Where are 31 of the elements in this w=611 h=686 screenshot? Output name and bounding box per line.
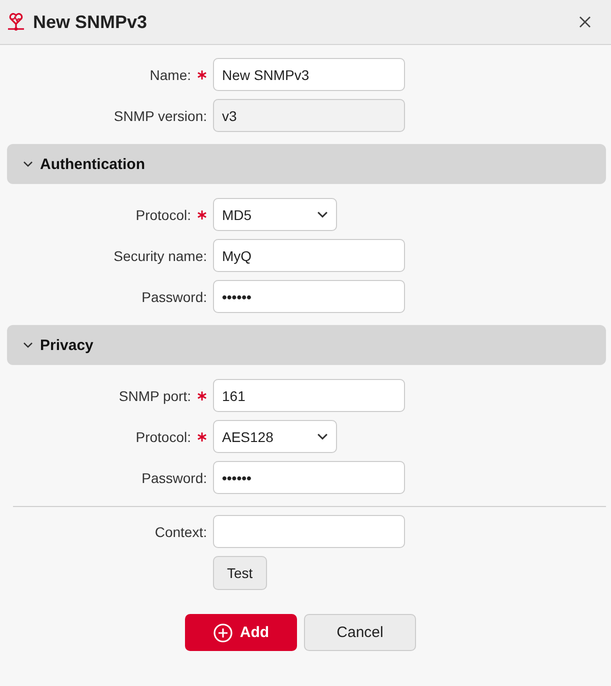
input-field[interactable]: 161 bbox=[213, 379, 405, 412]
input-field[interactable]: •••••• bbox=[213, 280, 405, 313]
field-label: SNMP port: bbox=[118, 388, 191, 404]
dropdown[interactable]: MD5 bbox=[213, 198, 337, 231]
chevron-icon bbox=[317, 211, 328, 218]
input-field[interactable]: New SNMPv3 bbox=[213, 58, 405, 91]
input-field[interactable] bbox=[213, 515, 405, 548]
window-title: New SNMPv3 bbox=[33, 12, 148, 32]
field-label: Password: bbox=[142, 470, 207, 486]
heart-pin-icon bbox=[6, 12, 26, 32]
section-header[interactable]: Authentication bbox=[7, 144, 606, 184]
field-label: Context: bbox=[154, 524, 207, 540]
field-label: SNMP version: bbox=[114, 108, 207, 124]
input-field[interactable]: v3 bbox=[213, 99, 405, 132]
field-label: Protocol: bbox=[136, 206, 191, 222]
input-field[interactable]: MyQ bbox=[213, 239, 405, 272]
plus-circle-icon bbox=[212, 622, 233, 642]
field-label: Password: bbox=[142, 288, 207, 304]
chevron-icon bbox=[23, 342, 33, 348]
dropdown[interactable]: AES128 bbox=[213, 420, 337, 453]
section-header[interactable]: Privacy bbox=[7, 325, 606, 365]
field-label: Security name: bbox=[114, 248, 207, 264]
close-icon[interactable] bbox=[579, 16, 591, 28]
field-label: Protocol: bbox=[136, 428, 191, 444]
chevron-icon bbox=[317, 433, 328, 440]
field-label: Name: bbox=[150, 66, 191, 82]
add-button[interactable]: Add bbox=[185, 614, 297, 651]
test-button[interactable]: Test bbox=[213, 556, 267, 590]
chevron-icon bbox=[23, 161, 33, 167]
input-field[interactable]: •••••• bbox=[213, 461, 405, 494]
cancel-button[interactable]: Cancel bbox=[304, 614, 416, 651]
